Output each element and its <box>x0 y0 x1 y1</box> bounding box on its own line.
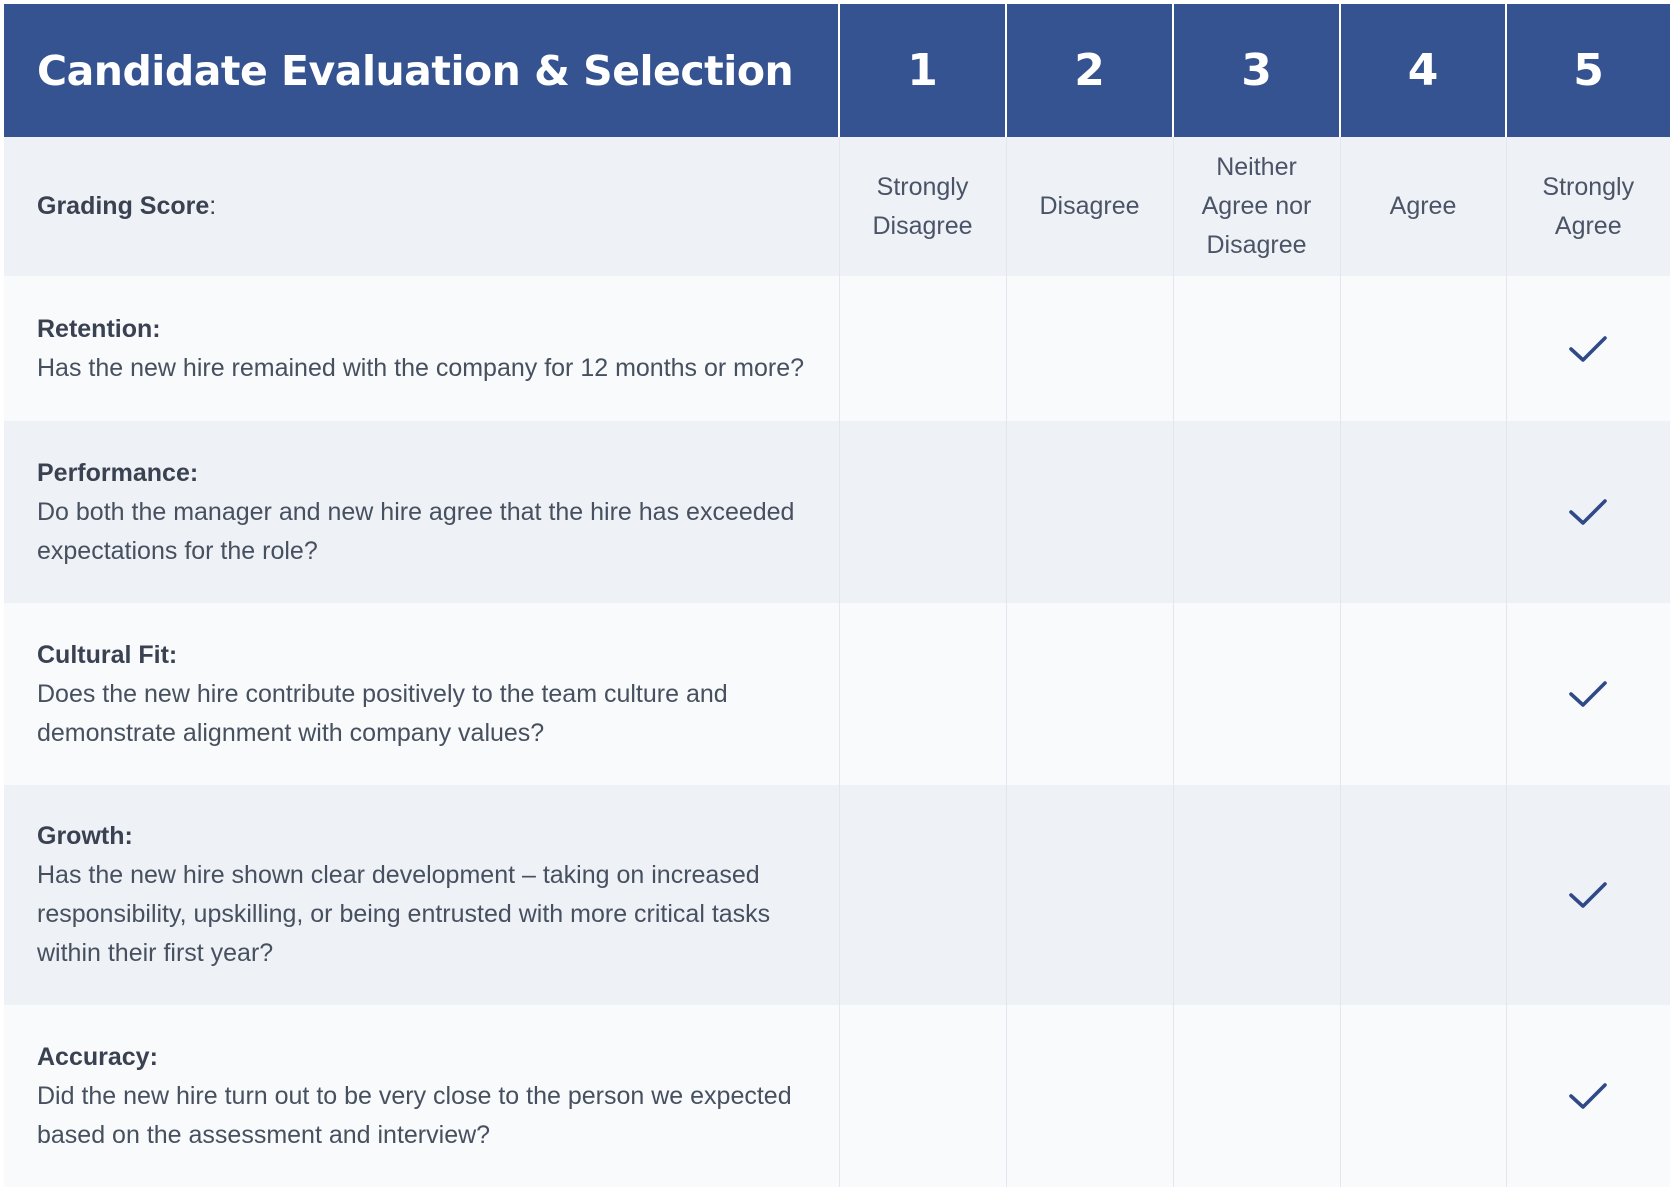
criterion-row-cultural-fit: Cultural Fit: Does the new hire contribu… <box>4 603 1670 785</box>
score-cell-2[interactable] <box>1006 603 1174 785</box>
score-header-2: 2 <box>1006 4 1174 137</box>
score-cell-1[interactable] <box>839 603 1007 785</box>
criterion-row-retention: Retention: Has the new hire remained wit… <box>4 276 1670 421</box>
check-icon <box>1569 681 1608 707</box>
criterion-row-performance: Performance: Do both the manager and new… <box>4 421 1670 603</box>
score-cell-2[interactable] <box>1006 1005 1174 1187</box>
score-header-5: 5 <box>1506 4 1670 137</box>
scale-label-4: Agree <box>1340 137 1507 276</box>
score-cell-2[interactable] <box>1006 276 1174 421</box>
criterion-question: Did the new hire turn out to be very clo… <box>37 1081 792 1149</box>
header-row: Candidate Evaluation & Selection 1 2 3 4… <box>4 4 1670 137</box>
check-icon <box>1569 1083 1608 1109</box>
scale-5-line1: Strongly <box>1542 172 1635 201</box>
score-cell-1[interactable] <box>839 785 1007 1005</box>
criterion-title: Accuracy: <box>37 1042 158 1071</box>
scale-label-1: Strongly Disagree <box>839 137 1007 276</box>
criterion-cell: Growth: Has the new hire shown clear dev… <box>4 785 840 1005</box>
score-header-4: 4 <box>1340 4 1507 137</box>
score-cell-3[interactable] <box>1173 276 1341 421</box>
score-header-3: 3 <box>1173 4 1341 137</box>
scale-3-line1: Neither <box>1216 153 1297 181</box>
scale-3-line2: Agree nor <box>1201 192 1312 220</box>
scale-4-line1: Agree <box>1389 192 1457 220</box>
criterion-cell: Cultural Fit: Does the new hire contribu… <box>4 603 840 785</box>
grading-colon: : <box>209 192 217 220</box>
score-cell-2[interactable] <box>1006 421 1174 603</box>
scale-1-line2: Disagree <box>872 211 973 240</box>
score-cell-3[interactable] <box>1173 1005 1341 1187</box>
criterion-question: Has the new hire remained with the compa… <box>37 353 805 382</box>
score-cell-5[interactable] <box>1506 603 1670 785</box>
score-cell-4[interactable] <box>1340 276 1507 421</box>
check-icon <box>1569 335 1608 362</box>
grading-label-cell: Grading Score: <box>4 137 840 276</box>
grading-row: Grading Score: Strongly Disagree Disagre… <box>4 137 1670 276</box>
criterion-question: Has the new hire shown clear development… <box>37 861 771 967</box>
score-cell-5[interactable] <box>1506 1005 1670 1187</box>
score-cell-4[interactable] <box>1340 1005 1507 1187</box>
score-cell-2[interactable] <box>1006 785 1174 1005</box>
score-cell-5[interactable] <box>1506 276 1670 421</box>
score-cell-3[interactable] <box>1173 421 1341 603</box>
criterion-row-accuracy: Accuracy: Did the new hire turn out to b… <box>4 1005 1670 1187</box>
criterion-title: Cultural Fit: <box>37 640 178 669</box>
score-cell-5[interactable] <box>1506 421 1670 603</box>
criterion-question: Does the new hire contribute positively … <box>37 679 728 747</box>
criterion-cell: Accuracy: Did the new hire turn out to b… <box>4 1005 840 1187</box>
score-cell-5[interactable] <box>1506 785 1670 1005</box>
score-cell-3[interactable] <box>1173 785 1341 1005</box>
evaluation-table: Candidate Evaluation & Selection 1 2 3 4… <box>4 4 1670 1187</box>
scale-3-line3: Disagree <box>1206 231 1307 259</box>
scale-1-line1: Strongly <box>876 172 969 201</box>
score-header-1: 1 <box>839 4 1007 137</box>
criterion-cell: Performance: Do both the manager and new… <box>4 421 840 603</box>
scale-label-2: Disagree <box>1006 137 1174 276</box>
scale-5-line2: Agree <box>1554 211 1622 240</box>
grading-label: Grading Score <box>37 192 210 220</box>
score-cell-4[interactable] <box>1340 421 1507 603</box>
score-cell-3[interactable] <box>1173 603 1341 785</box>
scale-label-3: Neither Agree nor Disagree <box>1173 137 1341 276</box>
criterion-row-growth: Growth: Has the new hire shown clear dev… <box>4 785 1670 1005</box>
check-icon <box>1569 499 1608 525</box>
scale-label-5: Strongly Agree <box>1506 137 1670 276</box>
criterion-title: Performance: <box>37 458 199 487</box>
table-title: Candidate Evaluation & Selection <box>4 4 840 137</box>
criterion-title: Retention: <box>37 314 161 343</box>
criterion-cell: Retention: Has the new hire remained wit… <box>4 276 840 421</box>
criterion-title: Growth: <box>37 822 133 850</box>
score-cell-4[interactable] <box>1340 603 1507 785</box>
score-cell-1[interactable] <box>839 1005 1007 1187</box>
check-icon <box>1569 882 1608 908</box>
scale-2-line1: Disagree <box>1039 192 1140 220</box>
score-cell-1[interactable] <box>839 276 1007 421</box>
score-cell-4[interactable] <box>1340 785 1507 1005</box>
score-cell-1[interactable] <box>839 421 1007 603</box>
criterion-question: Do both the manager and new hire agree t… <box>37 497 795 565</box>
